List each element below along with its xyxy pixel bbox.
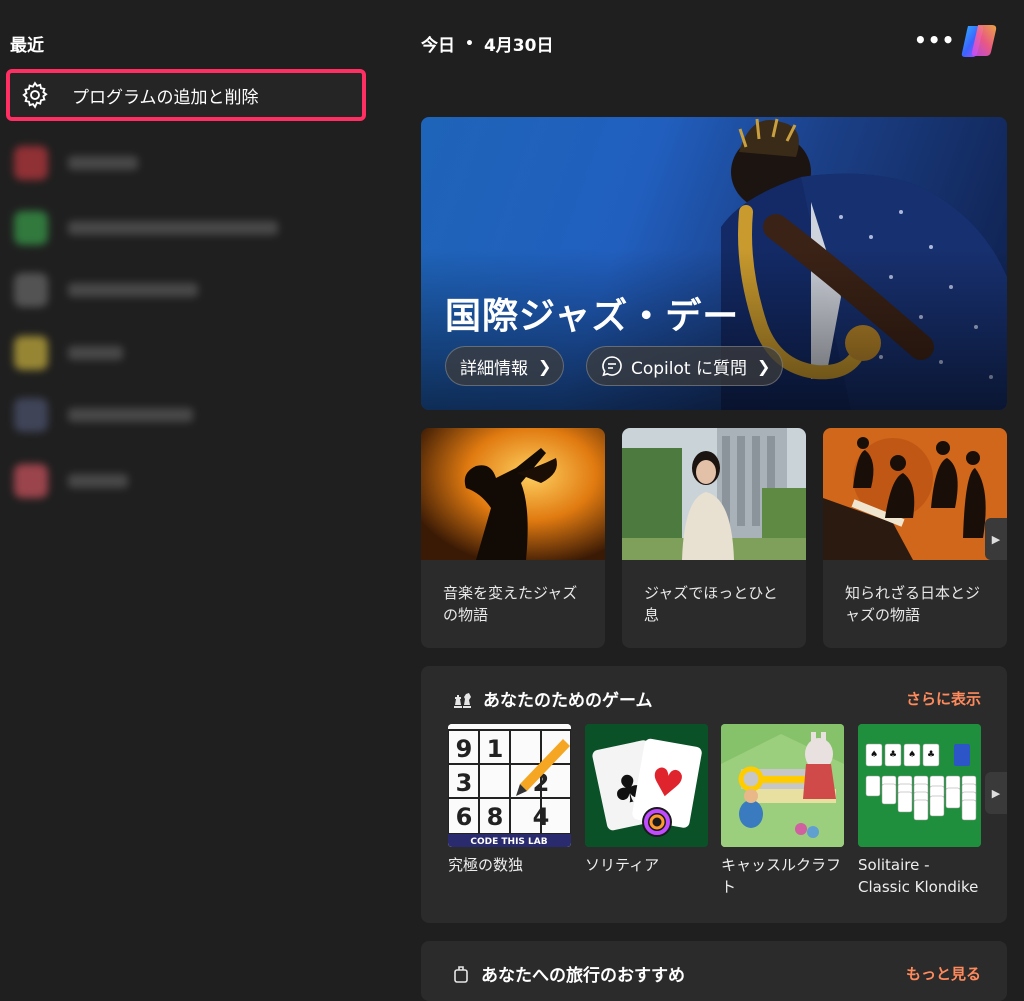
games-more-link[interactable]: さらに表示 [906,688,981,709]
travel-title: あなたへの旅行のおすすめ [481,966,685,986]
games-scroll-right-button[interactable]: ▶ [985,772,1007,814]
sudoku-image: 9 1 3 2 6 8 4 CODE THIS LAB [448,724,571,847]
svg-text:♣: ♣ [927,750,935,760]
brand-text: CODE THIS LAB [470,837,547,847]
scroll-right-button[interactable]: ▶ [985,518,1007,560]
games-heading: あなたのためのゲーム [451,686,653,711]
recent-item-blurred[interactable] [14,331,314,375]
story-caption: ジャズでほっとひと息 [644,584,778,624]
game-tile [721,724,844,847]
castlecraft-image [721,724,844,847]
ask-copilot-label: Copilot に質問 [631,358,747,379]
story-card[interactable]: ジャズでほっとひと息 [622,428,806,648]
story-card[interactable]: 音楽を変えたジャズの物語 [421,428,605,648]
details-label: 詳細情報 [460,358,528,379]
chess-pieces-icon [454,692,471,708]
travel-more-link[interactable]: もっと見る [906,963,981,984]
travel-heading: あなたへの旅行のおすすめ [451,961,685,986]
recent-item-blurred[interactable] [14,268,314,312]
date-header: 今日 • 4月30日 [421,31,554,57]
games-section: あなたのためのゲーム さらに表示 9 1 3 2 6 8 4 CODE THIS… [421,666,1007,923]
story-caption: 知られざる日本とジャズの物語 [845,584,981,624]
svg-text:1: 1 [487,735,504,763]
svg-text:8: 8 [487,803,504,831]
app-icon [14,336,48,370]
recent-item-label: プログラムの追加と削除 [72,87,259,108]
story-image [622,428,806,560]
chevron-right-icon: ❯ [756,356,771,376]
svg-text:3: 3 [456,769,473,797]
story-image [421,428,605,560]
story-caption: 音楽を変えたジャズの物語 [443,584,578,624]
recent-item-blurred[interactable] [14,206,314,250]
game-card[interactable]: ♠ ♣ ♠ ♣ Solitaire - Classic Klondike [858,724,981,898]
games-title: あなたのためのゲーム [483,691,653,711]
ask-copilot-button[interactable]: Copilot に質問 ❯ [586,346,784,386]
game-name: 究極の数独 [448,856,524,874]
game-card[interactable]: キャッスルクラフト [721,724,844,898]
recent-item-add-remove-programs[interactable]: プログラムの追加と削除 [6,69,366,121]
story-card[interactable]: 知られざる日本とジャズの物語 [823,428,1007,648]
game-name: ソリティア [585,856,660,874]
copilot-icon[interactable] [958,20,1000,62]
svg-text:♠: ♠ [908,750,916,760]
story-image [823,428,1007,560]
game-name: キャッスルクラフト [721,856,842,896]
game-card[interactable]: ♣ ♥ ソリティア [585,724,708,876]
caret-right-icon: ▶ [991,532,1001,546]
svg-text:♠: ♠ [870,750,878,760]
recent-item-blurred[interactable] [14,459,314,503]
game-name: Solitaire - Classic Klondike [858,856,979,896]
travel-section: あなたへの旅行のおすすめ もっと見る [421,941,1007,1001]
svg-text:4: 4 [533,803,550,831]
date-label: 4月30日 [483,36,554,56]
gear-icon [22,81,48,109]
svg-text:6: 6 [456,803,473,831]
today-label: 今日 [421,36,455,56]
app-icon [14,273,48,307]
svg-text:9: 9 [456,735,473,763]
caret-right-icon: ▶ [991,786,1001,800]
game-tile: ♠ ♣ ♠ ♣ [858,724,981,847]
solitaire-image: ♣ ♥ [585,724,708,847]
recent-heading: 最近 [10,36,44,56]
recent-item-blurred[interactable] [14,393,314,437]
hero-card[interactable]: 国際ジャズ・デー 詳細情報 ❯ Copilot に質問 ❯ [421,117,1007,410]
chat-icon [602,356,622,377]
recent-item-blurred[interactable] [14,141,314,185]
chevron-right-icon: ❯ [538,356,552,376]
app-icon [14,464,48,498]
luggage-icon [454,965,468,983]
klondike-image: ♠ ♣ ♠ ♣ [858,724,981,847]
app-icon [14,398,48,432]
details-button[interactable]: 詳細情報 ❯ [445,346,565,386]
more-icon[interactable]: ••• [914,28,955,52]
app-icon [14,146,48,180]
game-card[interactable]: 9 1 3 2 6 8 4 CODE THIS LAB 究極の数独 [448,724,571,876]
svg-text:♣: ♣ [889,750,897,760]
game-tile: 9 1 3 2 6 8 4 CODE THIS LAB [448,724,571,847]
game-tile: ♣ ♥ [585,724,708,847]
app-icon [14,211,48,245]
hero-title: 国際ジャズ・デー [445,296,740,337]
